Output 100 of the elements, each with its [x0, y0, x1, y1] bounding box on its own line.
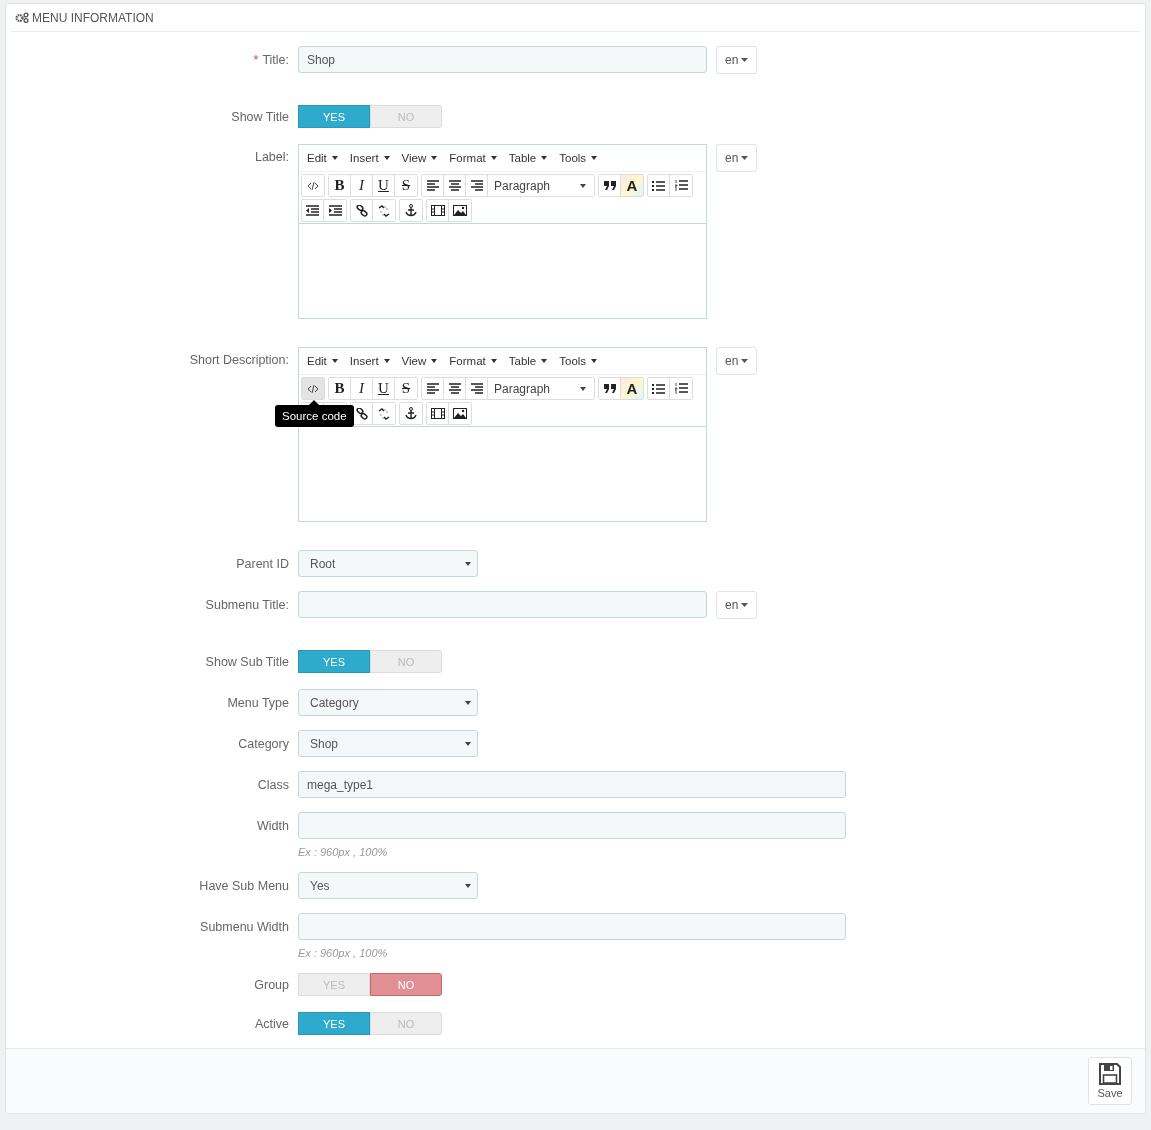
film-icon [430, 205, 445, 216]
bullet-list-button[interactable] [648, 378, 670, 399]
hint-text: Ex : 960px , 100% [298, 947, 388, 959]
bullet-list-icon [652, 180, 665, 191]
field-label: Menu Type [227, 695, 289, 710]
required-mark: * [253, 52, 259, 67]
image-icon [453, 205, 467, 216]
indent-icon [328, 205, 342, 216]
text-field[interactable] [298, 591, 707, 618]
caret-icon [741, 359, 749, 363]
field-label: Parent ID [236, 556, 289, 571]
blockquote-button[interactable] [599, 175, 621, 196]
field-label: Width [257, 818, 289, 833]
menu-item[interactable]: Insert [343, 148, 396, 168]
caret-icon [490, 359, 497, 363]
hint-text: Ex : 960px , 100% [298, 846, 388, 858]
caret-icon [383, 156, 390, 160]
link-icon [355, 204, 368, 217]
panel-title: MENU INFORMATION [32, 10, 154, 25]
language-button[interactable]: en [716, 591, 758, 619]
format-button[interactable]: B [329, 175, 351, 196]
image-icon [453, 408, 467, 419]
text-color-button[interactable]: A [621, 175, 643, 196]
caret-icon [465, 883, 471, 888]
film-icon [430, 408, 445, 419]
caret-icon [331, 359, 338, 363]
film-button[interactable] [427, 403, 449, 424]
caret-icon [383, 359, 390, 363]
source-code-icon [307, 179, 319, 192]
menu-item[interactable]: Format [443, 351, 503, 371]
source-code-button[interactable] [302, 175, 324, 196]
field-label: Short Description: [189, 353, 289, 367]
blockquote-icon [603, 384, 616, 393]
menu-item[interactable]: Table [502, 351, 554, 371]
menu-item[interactable]: Format [443, 148, 503, 168]
blockquote-icon [603, 181, 616, 190]
menu-item[interactable]: Tools [553, 148, 604, 168]
menu-item[interactable]: View [395, 148, 444, 168]
caret-icon [591, 359, 598, 363]
text-field[interactable] [298, 812, 846, 839]
caret-icon [331, 156, 338, 160]
caret-icon [741, 58, 749, 62]
unlink-icon [378, 204, 390, 217]
field-label: Have Sub Menu [199, 878, 289, 893]
caret-icon [490, 156, 497, 160]
numbered-list-icon [674, 383, 688, 394]
select-field[interactable]: Category [298, 689, 478, 716]
link-icon [355, 407, 368, 420]
tooltip: Source code [275, 405, 354, 427]
outdent-icon [306, 205, 319, 216]
field-label: Submenu Title: [205, 597, 289, 612]
source-code-button[interactable] [302, 378, 324, 399]
language-button[interactable]: en [716, 144, 758, 172]
select-field[interactable]: Root [298, 550, 478, 577]
caret-icon [741, 156, 749, 160]
numbered-list-icon [674, 180, 688, 191]
text-color-button[interactable]: A [621, 378, 643, 399]
menu-item[interactable]: Edit [301, 148, 344, 168]
unlink-icon [378, 407, 390, 420]
menu-item[interactable]: View [395, 351, 444, 371]
bullet-list-icon [652, 383, 665, 394]
caret-icon [431, 359, 438, 363]
select-field[interactable]: Yes [298, 872, 478, 899]
text-field[interactable]: Shop [298, 46, 707, 73]
menu-item[interactable]: Table [502, 148, 554, 168]
caret-icon [465, 561, 471, 566]
language-button[interactable]: en [716, 46, 758, 74]
link-button[interactable] [351, 200, 373, 221]
menu-item[interactable]: Edit [301, 351, 344, 371]
blockquote-button[interactable] [599, 378, 621, 399]
source-code-icon [307, 382, 319, 395]
field-label: Active [254, 1016, 289, 1031]
format-button[interactable]: B [329, 378, 351, 399]
field-label: Title: [262, 52, 289, 67]
anchor-icon [405, 204, 417, 217]
field-label: Show Title [231, 109, 289, 124]
outdent-button[interactable] [302, 200, 324, 221]
anchor-button[interactable] [400, 403, 422, 424]
gears-icon [15, 12, 29, 23]
menu-item[interactable]: Tools [553, 351, 604, 371]
menu-item[interactable]: Insert [343, 351, 396, 371]
field-label: Class [257, 777, 289, 792]
anchor-button[interactable] [400, 200, 422, 221]
text-field[interactable]: mega_type1 [298, 771, 846, 798]
field-label: Group [254, 977, 289, 992]
caret-icon [431, 156, 438, 160]
save-button[interactable]: Save [1088, 1057, 1132, 1105]
caret-icon [465, 741, 471, 746]
caret-icon [541, 156, 548, 160]
film-button[interactable] [427, 200, 449, 221]
text-field[interactable] [298, 913, 846, 940]
language-button[interactable]: en [716, 347, 758, 375]
caret-icon [465, 700, 471, 705]
bullet-list-button[interactable] [648, 175, 670, 196]
select-field[interactable]: Shop [298, 730, 478, 757]
field-label: Show Sub Title [205, 654, 289, 669]
caret-icon [741, 603, 749, 607]
field-label: Submenu Width [200, 919, 289, 934]
caret-icon [591, 156, 598, 160]
caret-icon [541, 359, 548, 363]
